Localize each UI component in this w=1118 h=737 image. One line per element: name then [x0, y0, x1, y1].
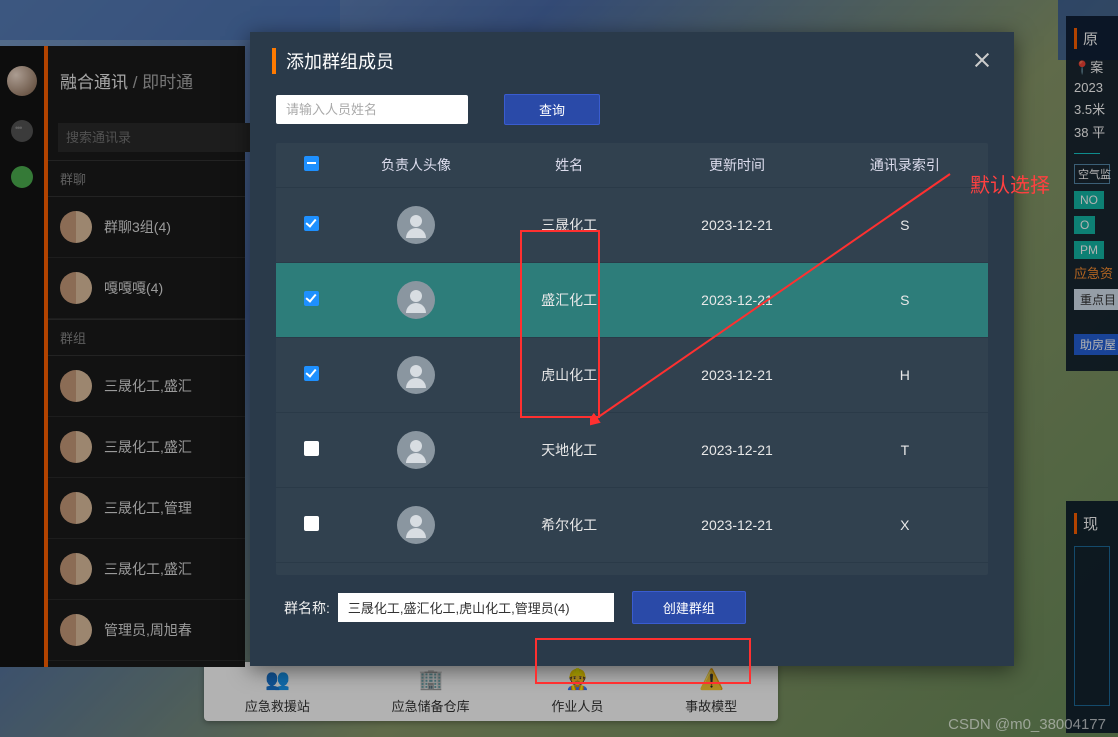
group-name-input[interactable] — [338, 593, 614, 622]
table-row[interactable]: 天地化工2023-12-21T — [276, 413, 988, 488]
col-time: 更新时间 — [652, 143, 821, 188]
name-input[interactable] — [276, 95, 468, 124]
table-row[interactable]: 虎山化工2023-12-21H — [276, 338, 988, 413]
row-checkbox[interactable] — [304, 291, 319, 306]
cell-index: H — [822, 338, 988, 413]
cell-index: J — [822, 563, 988, 576]
cell-name: 希尔化工 — [486, 488, 652, 563]
modal-footer: 群名称: 创建群组 — [276, 575, 988, 624]
cell-time: 2023-12-21 — [652, 563, 821, 576]
add-member-modal: 添加群组成员 查询 负责人头像 姓名 更新时间 通讯录索引 三晟化工2023-1… — [250, 32, 1014, 666]
col-avatar: 负责人头像 — [346, 143, 486, 188]
cell-name: 虎山化工 — [486, 338, 652, 413]
avatar-icon — [397, 356, 435, 394]
cell-index: S — [822, 263, 988, 338]
row-checkbox[interactable] — [304, 216, 319, 231]
create-group-button[interactable]: 创建群组 — [632, 591, 746, 624]
modal-body: 查询 负责人头像 姓名 更新时间 通讯录索引 三晟化工2023-12-21S盛汇… — [250, 90, 1014, 644]
col-name: 姓名 — [486, 143, 652, 188]
watermark: CSDN @m0_38004177 — [948, 716, 1106, 733]
member-table: 负责人头像 姓名 更新时间 通讯录索引 三晟化工2023-12-21S盛汇化工2… — [276, 143, 988, 575]
search-bar: 查询 — [276, 94, 988, 125]
query-button[interactable]: 查询 — [504, 94, 600, 125]
cell-name: 三晟化工 — [486, 188, 652, 263]
annotation-text: 默认选择 — [970, 169, 1050, 198]
row-checkbox[interactable] — [304, 441, 319, 456]
table-row[interactable]: 三晟化工2023-12-21S — [276, 188, 988, 263]
avatar-icon — [397, 281, 435, 319]
cell-name: 金同特化工 — [486, 563, 652, 576]
row-checkbox[interactable] — [304, 366, 319, 381]
row-checkbox[interactable] — [304, 516, 319, 531]
cell-time: 2023-12-21 — [652, 413, 821, 488]
avatar-icon — [397, 431, 435, 469]
table-row[interactable]: 金同特化工2023-12-21J — [276, 563, 988, 576]
table-row[interactable]: 盛汇化工2023-12-21S — [276, 263, 988, 338]
table-header-row: 负责人头像 姓名 更新时间 通讯录索引 — [276, 143, 988, 188]
cell-index: T — [822, 413, 988, 488]
col-index: 通讯录索引 — [822, 143, 988, 188]
cell-name: 天地化工 — [486, 413, 652, 488]
modal-title: 添加群组成员 — [272, 48, 394, 74]
cell-time: 2023-12-21 — [652, 263, 821, 338]
cell-time: 2023-12-21 — [652, 338, 821, 413]
group-name-label: 群名称: — [284, 598, 330, 618]
close-icon[interactable] — [972, 51, 992, 71]
select-all-checkbox[interactable] — [304, 156, 319, 171]
cell-index: S — [822, 188, 988, 263]
avatar-icon — [397, 506, 435, 544]
cell-time: 2023-12-21 — [652, 488, 821, 563]
table-row[interactable]: 希尔化工2023-12-21X — [276, 488, 988, 563]
cell-name: 盛汇化工 — [486, 263, 652, 338]
cell-index: X — [822, 488, 988, 563]
avatar-icon — [397, 206, 435, 244]
cell-time: 2023-12-21 — [652, 188, 821, 263]
modal-header: 添加群组成员 — [250, 32, 1014, 90]
